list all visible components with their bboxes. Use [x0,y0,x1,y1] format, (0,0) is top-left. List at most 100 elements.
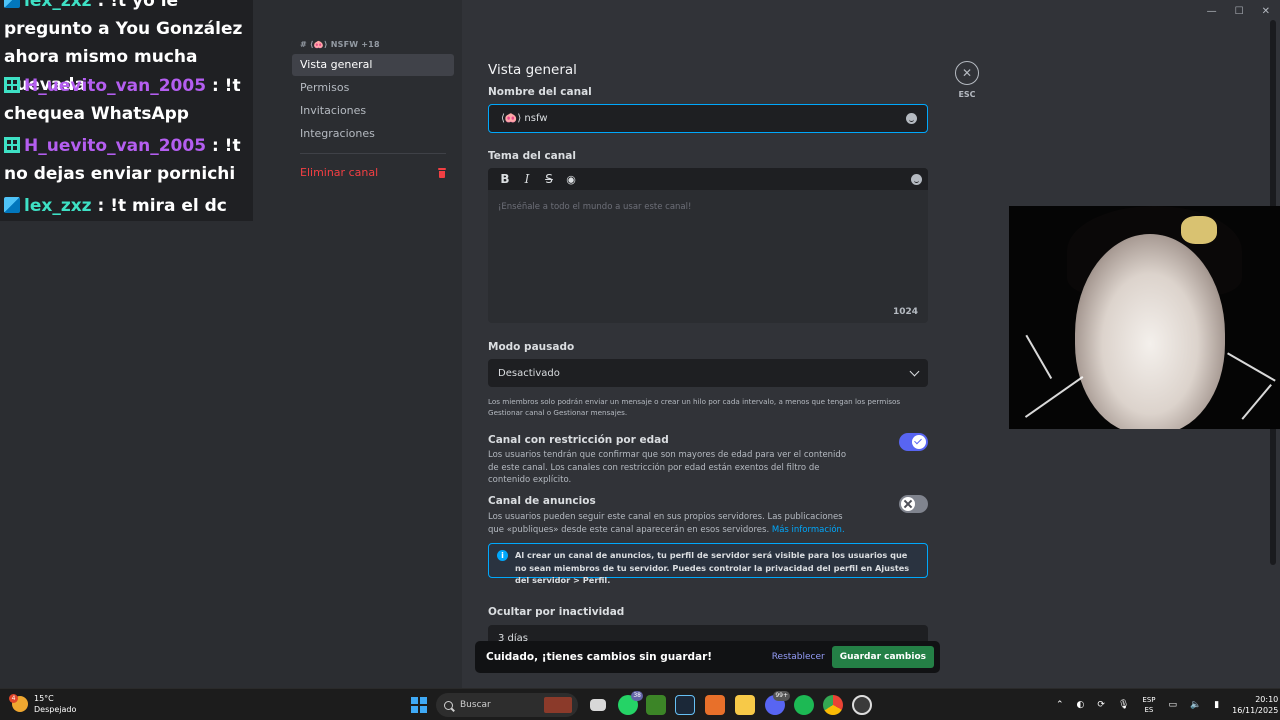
formatting-toolbar: B I S ◉ [488,168,928,190]
toggle-knob [901,497,915,511]
strikethrough-icon[interactable]: S [538,172,560,186]
chrome-icon[interactable] [823,695,843,715]
chevron-up-icon[interactable]: ⌃ [1056,700,1064,710]
app-a-icon[interactable] [705,695,725,715]
age-restricted-label: Canal con restricción por edad [488,434,669,446]
info-notice-text: Al crear un canal de anuncios, tu perfil… [515,550,910,585]
chat-text: : !t mira el dc [97,196,227,216]
taskbar-search[interactable]: Buscar [436,693,578,717]
folder-icon[interactable] [735,695,755,715]
badge-icon [4,137,20,153]
chat-username: lex_zxz [24,0,92,11]
clock-time: 20:10 [1255,695,1279,704]
channel-name-input[interactable]: ⟨🐽⟩ nsfw [488,104,928,133]
channel-topic-label: Tema del canal [488,150,576,162]
age-restricted-description: Los usuarios tendrán que confirmar que s… [488,450,847,485]
emoji-picker-icon[interactable] [906,113,917,124]
save-changes-button[interactable]: Guardar cambios [831,646,934,668]
whatsapp-badge: 38 [631,691,643,701]
stream-chat-overlay: lex_zxz : !t yo le pregunto a You Gonzál… [0,0,253,221]
esc-label: ESC [958,90,976,99]
language-code: ESP [1142,696,1156,704]
nav-item-permissions[interactable]: Permisos [292,77,454,99]
maximize-icon[interactable]: ☐ [1235,6,1244,17]
windows-start-icon[interactable] [411,697,427,713]
age-restricted-toggle[interactable] [899,433,928,451]
channel-name-value: ⟨🐽⟩ nsfw [501,113,548,124]
page-title: Vista general [488,62,577,78]
chat-message: H_uevito_van_2005 : !t no dejas enviar p… [4,132,251,188]
checkmark-icon [914,436,922,445]
chat-username: H_uevito_van_2005 [24,76,207,96]
announcement-info-notice: i Al crear un canal de anuncios, tu perf… [488,543,928,585]
search-highlight-icon [544,697,572,713]
badge-icon [4,77,20,93]
channel-settings-nav: # ⟨🐽⟩ NSFW +18 Vista general Permisos In… [292,36,454,185]
clock[interactable]: 20:10 16/11/2025 [1232,694,1278,716]
close-window-icon[interactable]: ✕ [1262,6,1270,17]
language-indicator[interactable]: ESP ES [1142,695,1155,715]
nav-item-invites[interactable]: Invitaciones [292,100,454,122]
steam-icon[interactable] [675,695,695,715]
discord-icon[interactable]: 99+ [765,691,790,715]
slowmode-select[interactable]: Desactivado [488,359,928,387]
system-tray: ⌃ ◐ ⟳ 🎙 ESP ES ▭ 🔈 ▮ 20:10 16/11/2025 ■ [1056,689,1280,720]
network-icon[interactable]: ▭ [1168,700,1177,710]
close-settings-button[interactable]: ✕ [955,61,979,85]
channel-topic-editor[interactable]: B I S ◉ ¡Enséñale a todo el mundo a usar… [488,168,928,323]
weather-temperature: 15°C [34,694,54,703]
webcam-face [1075,234,1225,429]
cube-icon [4,0,20,8]
slowmode-description: Los miembros solo podrán enviar un mensa… [488,397,901,417]
trash-icon [438,168,446,178]
hair-bow [1181,216,1217,244]
weather-widget[interactable]: 4 15°C Despejado [9,693,76,715]
italic-icon[interactable]: I [516,172,538,186]
clock-date: 16/11/2025 [1232,706,1279,715]
announcement-description: Los usuarios pueden seguir este canal en… [488,511,848,536]
character-count: 1024 [892,307,918,317]
webcam-overlay [1009,206,1280,429]
obs-icon[interactable] [852,695,872,715]
keyboard-layout: ES [1144,706,1154,714]
hide-inactivity-label: Ocultar por inactividad [488,606,625,618]
toggle-knob [912,435,926,449]
learn-more-link[interactable]: Más información. [772,525,845,535]
delete-channel-button[interactable]: Eliminar canal [292,162,454,184]
search-icon [444,700,453,710]
emoji-picker-icon[interactable] [911,173,922,185]
tray-app-icon[interactable]: ◐ [1077,700,1085,710]
slowmode-value: Desactivado [498,367,560,379]
unsaved-changes-bar: Cuidado, ¡tienes cambios sin guardar! Re… [475,641,940,673]
chat-username: H_uevito_van_2005 [24,136,207,156]
chevron-down-icon [909,366,920,376]
channel-name-label: Nombre del canal [488,86,592,98]
announcement-toggle[interactable] [899,495,928,513]
chat-username: lex_zxz [24,196,92,216]
microphone-icon[interactable]: 🎙 [1118,700,1129,710]
channel-topic-placeholder: ¡Enséñale a todo el mundo a usar este ca… [498,202,692,212]
sync-icon[interactable]: ⟳ [1097,700,1105,710]
chat-message: lex_zxz : !t mira el dc [4,192,251,220]
nav-channel-header: # ⟨🐽⟩ NSFW +18 [300,40,380,49]
weather-sun-icon: 4 [9,694,28,712]
battery-icon[interactable]: ▮ [1214,700,1219,710]
bold-icon[interactable]: B [494,172,516,186]
volume-icon[interactable]: 🔈 [1190,700,1201,710]
unsaved-warning-text: Cuidado, ¡tienes cambios sin guardar! [486,651,713,663]
slowmode-label: Modo pausado [488,341,575,353]
nav-item-overview[interactable]: Vista general [292,54,454,76]
spotify-icon[interactable] [794,695,814,715]
announcement-label: Canal de anuncios [488,495,596,507]
whatsapp-icon[interactable]: 38 [618,691,643,715]
discord-badge: 99+ [773,691,790,701]
search-label: Buscar [460,700,491,710]
windows-taskbar: 4 15°C Despejado Buscar 38 99+ ⌃ ◐ ⟳ 🎙 E… [0,688,1280,720]
reset-button[interactable]: Restablecer [772,652,825,662]
nav-item-integrations[interactable]: Integraciones [292,123,454,145]
spoiler-eye-icon[interactable]: ◉ [560,173,582,186]
minecraft-icon[interactable] [646,695,666,715]
minimize-icon[interactable]: — [1207,6,1217,17]
task-view-icon[interactable] [590,699,606,711]
nav-divider [300,153,446,154]
